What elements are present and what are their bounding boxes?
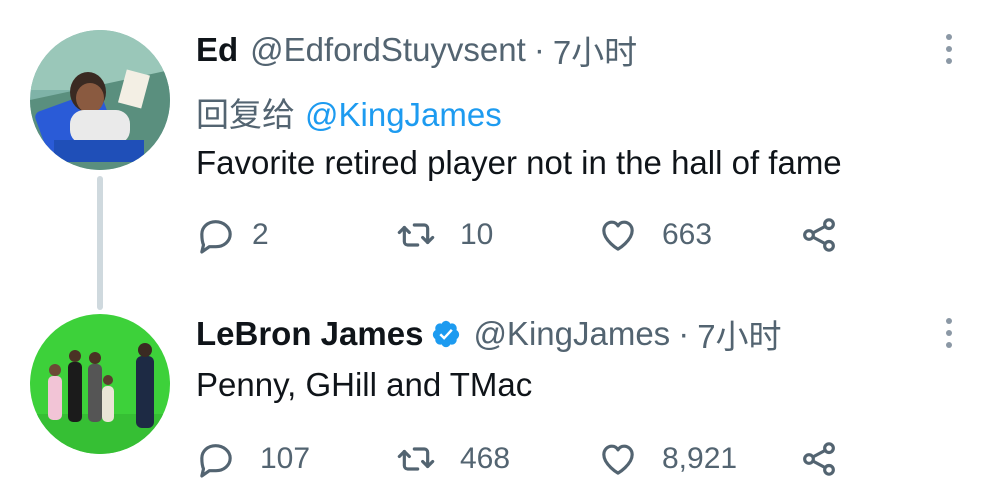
- avatar-ed[interactable]: [30, 30, 170, 170]
- timestamp[interactable]: 7小时: [553, 26, 637, 74]
- retweet-count: 10: [460, 218, 494, 251]
- heart-icon: [602, 444, 634, 475]
- reply-to-line: 回复给 @KingJames: [196, 88, 502, 136]
- reply-button[interactable]: 2: [196, 210, 269, 260]
- like-count: 663: [662, 218, 713, 251]
- like-button[interactable]: 8,921: [598, 434, 737, 484]
- vertical-dots-icon: [946, 34, 952, 40]
- separator-dot: ·: [533, 31, 545, 68]
- share-icon: [803, 218, 835, 252]
- tweet-ed[interactable]: Ed @EdfordStuyvsent · 7小时 回复给 @KingJames …: [0, 0, 1000, 310]
- retweet-icon: [397, 447, 435, 471]
- like-button[interactable]: 663: [598, 210, 712, 260]
- separator-dot: ·: [678, 315, 690, 352]
- retweet-button[interactable]: 10: [396, 210, 493, 260]
- thread-connector-line: [97, 176, 103, 310]
- verified-badge-icon: [433, 320, 460, 348]
- reply-count: 107: [260, 442, 311, 475]
- heart-icon: [602, 220, 634, 251]
- share-button[interactable]: [799, 210, 863, 260]
- like-count: 8,921: [662, 442, 738, 475]
- reply-to-label: 回复给: [196, 96, 295, 133]
- share-icon: [803, 442, 835, 476]
- retweet-count: 468: [460, 442, 511, 475]
- share-button[interactable]: [799, 434, 863, 484]
- display-name[interactable]: Ed: [196, 31, 238, 69]
- more-options-button[interactable]: [942, 34, 956, 70]
- retweet-icon: [397, 223, 435, 247]
- vertical-dots-icon: [946, 318, 952, 324]
- reply-button[interactable]: 107: [196, 434, 310, 484]
- tweet-header: LeBron James @KingJames · 7小时: [196, 314, 782, 355]
- user-handle[interactable]: @EdfordStuyvsent: [250, 31, 526, 69]
- display-name[interactable]: LeBron James: [196, 315, 423, 353]
- tweet-header: Ed @EdfordStuyvsent · 7小时: [196, 30, 637, 71]
- avatar-lebron[interactable]: [30, 314, 170, 454]
- reply-count: 2: [252, 218, 269, 251]
- retweet-button[interactable]: 468: [396, 434, 510, 484]
- reply-to-mention[interactable]: @KingJames: [305, 96, 502, 133]
- speech-bubble-icon: [200, 220, 232, 254]
- more-options-button[interactable]: [942, 318, 956, 354]
- tweet-lebron[interactable]: LeBron James @KingJames · 7小时 Penny, GHi…: [0, 300, 1000, 491]
- tweet-text: Favorite retired player not in the hall …: [196, 144, 842, 181]
- user-handle[interactable]: @KingJames: [473, 315, 670, 353]
- tweet-actions: 2 10 663: [196, 210, 846, 260]
- tweet-actions: 107 468 8,921: [196, 434, 846, 484]
- speech-bubble-icon: [200, 444, 232, 478]
- timestamp[interactable]: 7小时: [697, 310, 781, 358]
- tweet-text: Penny, GHill and TMac: [196, 366, 533, 403]
